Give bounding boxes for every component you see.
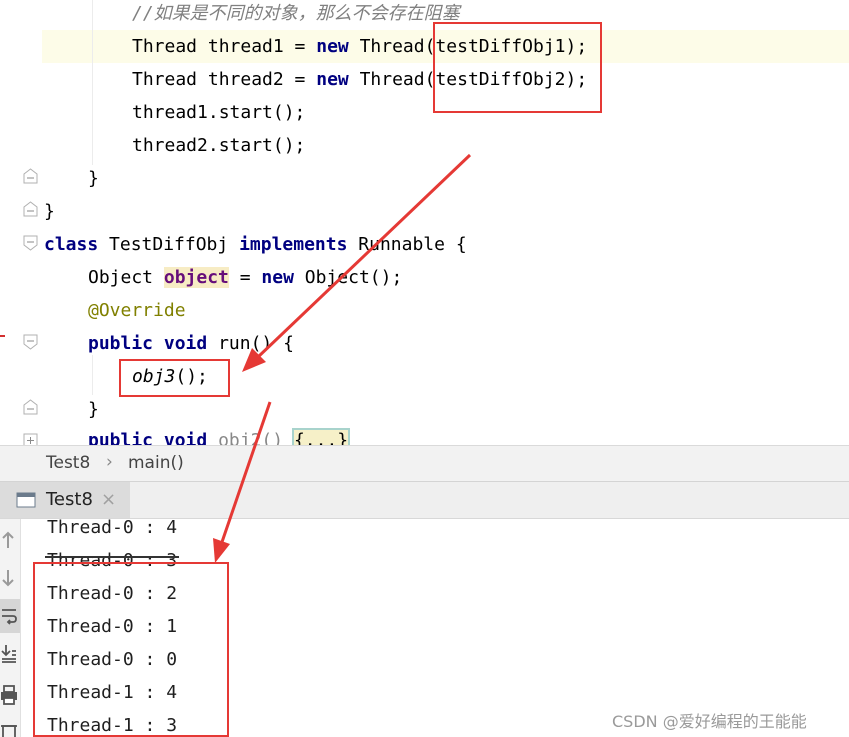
code-comment-line: //如果是不同的对象，那么不会存在阻塞: [132, 3, 460, 24]
run-tool-window-header: Test8 ×: [0, 482, 849, 519]
console-toolbar: [0, 519, 21, 737]
code-line-obj2-decl: public void obj2() {...}: [88, 424, 351, 445]
print-icon[interactable]: [0, 685, 18, 705]
gutter-error-marker: [0, 335, 5, 337]
fold-icon[interactable]: [22, 333, 39, 350]
fold-icon[interactable]: [22, 168, 39, 185]
highlight-box-thread-args: [433, 22, 602, 113]
strike-line: [45, 556, 179, 558]
delete-icon[interactable]: [0, 723, 18, 737]
expand-icon[interactable]: [22, 432, 39, 445]
code-line-annotation: @Override: [88, 300, 186, 321]
watermark: CSDN @爱好编程的王能能: [612, 712, 807, 731]
arrow-up-icon[interactable]: [1, 531, 15, 549]
code-line-close-class: }: [44, 201, 55, 222]
arrow-down-icon[interactable]: [1, 569, 15, 587]
scroll-to-end-icon[interactable]: [1, 643, 17, 663]
tab-run-test8[interactable]: Test8 ×: [0, 482, 130, 518]
code-line-close-run: }: [88, 399, 99, 420]
code-line-class-decl: class TestDiffObj implements Runnable {: [44, 234, 467, 255]
console-output[interactable]: Thread-0 : 4 Thread-0 : 3 Thread-0 : 2 T…: [0, 519, 849, 737]
fold-icon[interactable]: [22, 399, 39, 416]
breadcrumb-method[interactable]: main(): [128, 453, 184, 473]
code-line-start1: thread1.start();: [132, 102, 306, 123]
code-line-start2: thread2.start();: [132, 135, 306, 156]
console-icon: [16, 492, 36, 508]
highlight-box-console-output: [33, 562, 229, 737]
close-icon[interactable]: ×: [101, 489, 116, 510]
indent-guide: [92, 355, 93, 395]
breadcrumb-separator: ›: [106, 452, 113, 472]
fold-icon[interactable]: [22, 234, 39, 251]
code-line-run-decl: public void run() {: [88, 333, 294, 354]
code-line-close-method: }: [88, 168, 99, 189]
soft-wrap-icon: [2, 609, 17, 625]
breadcrumb-class[interactable]: Test8: [46, 453, 90, 473]
code-editor[interactable]: //如果是不同的对象，那么不会存在阻塞 Thread thread1 = new…: [0, 0, 849, 445]
breadcrumb: Test8 › main(): [0, 445, 849, 482]
indent-guide: [92, 0, 93, 165]
fold-icon[interactable]: [22, 201, 39, 218]
console-line: Thread-0 : 4: [47, 519, 178, 538]
editor-gutter: [0, 0, 42, 445]
tab-label: Test8: [46, 489, 93, 510]
code-line-field: Object object = new Object();: [88, 267, 403, 288]
highlight-box-obj3-call: [119, 359, 230, 397]
soft-wrap-button[interactable]: [0, 599, 20, 633]
